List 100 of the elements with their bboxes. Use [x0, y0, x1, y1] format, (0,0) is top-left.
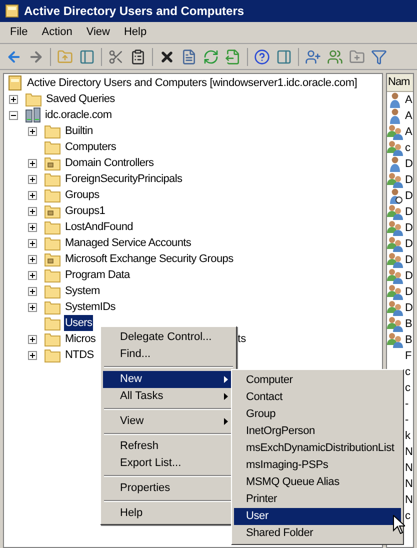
expand-icon[interactable] [28, 190, 37, 200]
menu-item[interactable]: Help [118, 22, 153, 42]
list-item[interactable]: D [405, 204, 413, 220]
menu-item[interactable]: MSMQ Queue Alias [234, 474, 401, 491]
list-item[interactable]: A [405, 108, 412, 124]
list-item[interactable]: N [405, 460, 413, 476]
menu-item[interactable]: Delegate Control... [103, 329, 234, 346]
menu-item[interactable]: Find... [103, 346, 234, 363]
tree-item[interactable]: Users [64, 314, 94, 332]
expand-icon[interactable] [28, 238, 37, 248]
expand-icon[interactable] [28, 350, 37, 360]
menu-item[interactable]: View [103, 413, 234, 430]
menu-item[interactable]: Printer [234, 491, 401, 508]
back-icon[interactable] [6, 48, 22, 64]
list-item[interactable]: B [405, 316, 412, 332]
expand-icon[interactable] [28, 254, 37, 264]
tree-item[interactable]: Computers [64, 138, 118, 156]
new-group-icon[interactable] [327, 48, 343, 64]
tree-item[interactable]: System [64, 282, 101, 300]
list-item[interactable]: D [405, 300, 413, 316]
list-item[interactable]: - [405, 412, 409, 428]
expand-icon[interactable] [28, 206, 37, 216]
tree-item[interactable]: Micros [64, 330, 97, 348]
list-item[interactable]: D [405, 252, 413, 268]
list-item[interactable]: B [405, 332, 412, 348]
tree-item[interactable]: Managed Service Accounts [64, 234, 192, 252]
expand-icon[interactable] [28, 270, 37, 280]
domain-servers-icon [25, 107, 41, 123]
list-item[interactable]: - [405, 396, 409, 412]
collapse-icon[interactable] [9, 110, 18, 120]
list-item[interactable]: A [405, 92, 412, 108]
delete-icon[interactable] [159, 48, 175, 64]
tree-item[interactable]: ForeignSecurityPrincipals [64, 170, 184, 188]
tree-item[interactable]: Groups [64, 186, 100, 204]
tree-item[interactable]: LostAndFound [64, 218, 134, 236]
tree-item[interactable]: NTDS [64, 346, 95, 364]
list-item[interactable]: D [405, 220, 413, 236]
tree-item[interactable]: Program Data [64, 266, 131, 284]
tree-item[interactable]: Builtin [64, 122, 94, 140]
forward-icon[interactable] [28, 48, 44, 64]
menu-item[interactable]: File [4, 22, 34, 42]
expand-icon[interactable] [28, 174, 37, 184]
list-item[interactable]: c [405, 140, 410, 156]
tree-item[interactable]: idc.oracle.com [44, 106, 113, 124]
expand-icon[interactable] [28, 126, 37, 136]
list-item[interactable]: N [405, 492, 413, 508]
expand-icon[interactable] [28, 302, 37, 312]
console-icon [7, 75, 23, 91]
new-user-icon[interactable] [305, 48, 321, 64]
tree-item[interactable]: Active Directory Users and Computers [windowserver1.idc.oracle.com] [27, 74, 358, 92]
tree-item[interactable]: Microsoft Exchange Security Groups [64, 250, 234, 268]
cut-icon[interactable] [108, 48, 124, 64]
menu-item[interactable]: Computer [234, 372, 401, 389]
list-item[interactable]: D [405, 172, 413, 188]
menu-item[interactable]: Refresh [103, 438, 234, 455]
menu-item[interactable]: Group [234, 406, 401, 423]
expand-icon[interactable] [28, 286, 37, 296]
list-item[interactable]: N [405, 476, 413, 492]
tree-item[interactable]: Saved Queries [45, 90, 116, 108]
list-item[interactable]: c [405, 364, 410, 380]
tree-item[interactable]: SystemIDs [64, 298, 116, 316]
expand-icon[interactable] [28, 158, 37, 168]
menu-item[interactable]: Help [103, 505, 234, 522]
group-icon [387, 220, 403, 236]
menu-item[interactable]: Action [36, 22, 78, 42]
list-item[interactable]: D [405, 236, 413, 252]
properties-icon[interactable] [181, 48, 197, 64]
expand-icon[interactable] [9, 94, 18, 104]
tree-item[interactable]: Domain Controllers [64, 154, 155, 172]
group-icon [387, 332, 403, 348]
list-item[interactable]: A [405, 124, 412, 140]
menu-item[interactable]: View [80, 22, 116, 42]
list-item[interactable]: N [405, 444, 413, 460]
menu-item[interactable]: msImaging-PSPs [234, 457, 401, 474]
expand-icon[interactable] [28, 334, 37, 344]
menu-item[interactable]: msExchDynamicDistributionList [234, 440, 401, 457]
tree-item[interactable]: Groups1 [64, 202, 106, 220]
menu-item[interactable]: All Tasks [103, 388, 234, 405]
filter-icon[interactable] [371, 48, 387, 64]
menu-item[interactable]: Contact [234, 389, 401, 406]
expand-icon[interactable] [28, 222, 37, 232]
menu-item[interactable]: New [103, 371, 234, 388]
menu-item[interactable]: InetOrgPerson [234, 423, 401, 440]
action-pane-icon[interactable] [276, 48, 292, 64]
console-tree-icon[interactable] [79, 48, 95, 64]
list-item[interactable]: F [405, 348, 412, 364]
paste-icon[interactable] [130, 48, 146, 64]
menu-item[interactable]: User [234, 508, 401, 525]
organizational-unit-folder-icon [44, 156, 61, 170]
list-item[interactable]: c [405, 380, 410, 396]
list-item[interactable]: D [405, 284, 413, 300]
list-item[interactable]: k [405, 428, 410, 444]
menu-item[interactable]: Export List... [103, 455, 234, 472]
list-item[interactable]: D [405, 156, 413, 172]
list-item[interactable]: c [405, 508, 410, 524]
list-item[interactable]: D [405, 268, 413, 284]
help-icon[interactable] [254, 48, 270, 64]
list-item[interactable]: D [405, 188, 413, 204]
column-header[interactable]: Nam [387, 74, 413, 92]
menu-item[interactable]: Properties [103, 480, 234, 497]
